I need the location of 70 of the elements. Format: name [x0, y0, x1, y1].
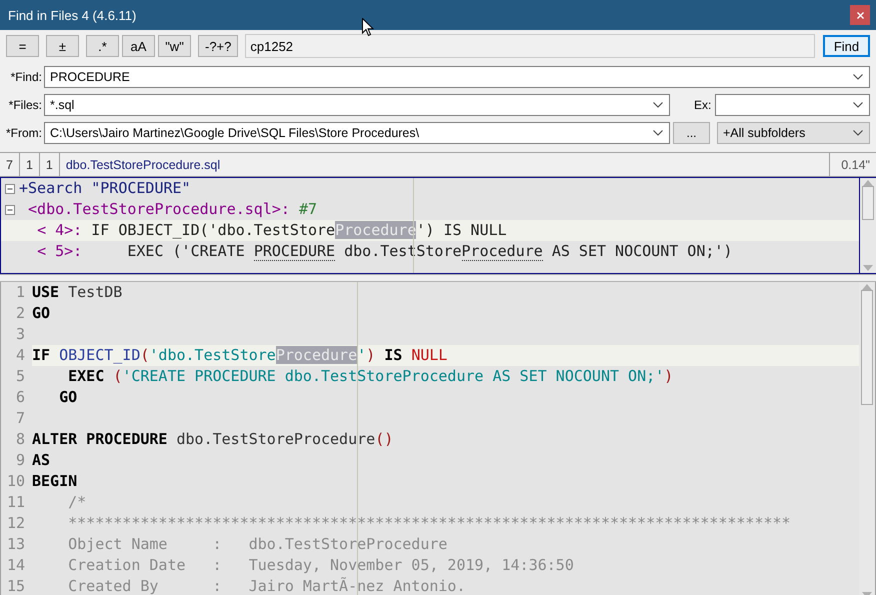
line-number: 15: [6, 576, 26, 595]
code-line: /*: [67, 492, 88, 513]
code-line: USE TestDB: [32, 282, 124, 303]
dropdown-chevron-icon: [853, 102, 863, 108]
code-line: GO: [32, 303, 52, 324]
code-line: GO: [58, 387, 78, 408]
scrollbar-thumb[interactable]: [861, 290, 873, 405]
code-line: Creation Date : Tuesday, November 05, 2019, 14:36:50: [67, 555, 575, 576]
find-field[interactable]: PROCEDURE: [44, 66, 870, 88]
fold-icon[interactable]: [5, 184, 15, 194]
code-line: ALTER PROCEDURE dbo.TestStoreProcedure(): [32, 429, 394, 450]
result-line[interactable]: < 5>: EXEC ('CREATE PROCEDURE dbo.TestStoreProcedure AS SET NOCOUNT ON;'): [19, 241, 732, 262]
line-number: 10: [6, 471, 26, 492]
from-field[interactable]: C:\Users\Jairo Martinez\Google Drive\SQL Files\Store Procedures\: [44, 122, 670, 144]
vertical-scrollbar[interactable]: [859, 282, 875, 595]
status-file-name: dbo.TestStoreProcedure.sql: [64, 156, 222, 174]
line-number: 13: [6, 534, 26, 555]
splitter[interactable]: [0, 274, 876, 282]
line-number: 4: [14, 345, 26, 366]
exclude-field[interactable]: [715, 94, 870, 116]
status-count: 7: [0, 153, 20, 176]
line-number: 3: [14, 324, 26, 345]
option-toggle-button[interactable]: ±: [46, 35, 79, 57]
files-field[interactable]: *.sql: [44, 94, 670, 116]
subfolders-dropdown[interactable]: +All subfolders: [717, 122, 870, 144]
scrollbar-thumb[interactable]: [862, 186, 874, 220]
fold-icon[interactable]: [5, 204, 15, 214]
line-number: 2: [14, 303, 26, 324]
code-line: Created By : Jairo MartÃ-nez Antonio.: [67, 576, 466, 595]
result-file-line[interactable]: <dbo.TestStoreProcedure.sql>: #7: [19, 199, 318, 220]
option-toggle-button[interactable]: =: [6, 35, 39, 57]
dropdown-chevron-icon: [853, 130, 863, 136]
code-line: ********************************************************************************: [67, 513, 792, 534]
dropdown-chevron-icon: [853, 74, 863, 80]
from-label: *From:: [5, 126, 42, 140]
code-line: Object Name : dbo.TestStoreProcedure: [67, 534, 448, 555]
find-label: *Find:: [10, 70, 42, 84]
option-toggle-button[interactable]: -?+?: [198, 35, 238, 57]
line-number: 9: [14, 450, 26, 471]
option-toggle-button[interactable]: "w": [158, 35, 191, 57]
window-title: Find in Files 4 (4.6.11): [8, 8, 136, 22]
line-number: 7: [14, 408, 26, 429]
files-label: *Files:: [8, 98, 42, 112]
find-button[interactable]: Find: [823, 35, 870, 57]
line-number: 5: [14, 366, 26, 387]
close-icon: [856, 12, 864, 18]
line-number: 14: [6, 555, 26, 576]
browse-button[interactable]: ...: [673, 122, 710, 144]
elapsed-time: 0.14": [829, 153, 876, 176]
code-line: BEGIN: [32, 471, 78, 492]
option-toggle-button[interactable]: aA: [122, 35, 155, 57]
close-button[interactable]: [850, 5, 870, 25]
code-line: AS: [32, 450, 52, 471]
line-number: 11: [6, 492, 26, 513]
status-count: 1: [40, 153, 60, 176]
mouse-cursor-icon: [362, 18, 374, 37]
scroll-down-icon[interactable]: [863, 265, 873, 271]
option-toggle-button[interactable]: .*: [86, 35, 119, 57]
status-count: 1: [20, 153, 40, 176]
dropdown-chevron-icon: [653, 102, 663, 108]
search-header: +Search "PROCEDURE": [19, 178, 191, 199]
line-number: 8: [14, 429, 26, 450]
line-number: 12: [6, 513, 26, 534]
dropdown-chevron-icon: [653, 130, 663, 136]
vertical-scrollbar[interactable]: [860, 178, 876, 273]
encoding-field[interactable]: cp1252: [245, 34, 815, 58]
line-number: 1: [14, 282, 26, 303]
exclude-label: Ex:: [694, 98, 712, 112]
line-number: 6: [14, 387, 26, 408]
code-line: EXEC ('CREATE PROCEDURE dbo.TestStoreProcedure AS SET NOCOUNT ON;'): [67, 366, 674, 387]
